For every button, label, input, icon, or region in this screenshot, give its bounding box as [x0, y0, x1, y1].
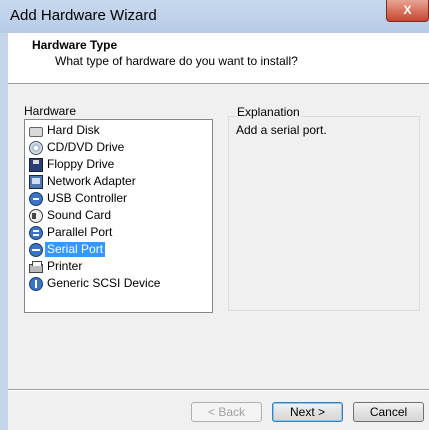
back-button[interactable]: < Back [191, 402, 262, 422]
list-item-label: Floppy Drive [47, 157, 115, 171]
window-title: Add Hardware Wizard [10, 7, 157, 24]
page-title: Hardware Type [32, 38, 118, 52]
list-item-cd-dvd-drive[interactable]: CD/DVD Drive [29, 139, 126, 156]
hardware-label: Hardware [24, 104, 77, 118]
list-item-label: Parallel Port [47, 225, 113, 239]
close-icon: X [403, 3, 412, 17]
list-item-usb-controller[interactable]: USB Controller [29, 190, 129, 207]
list-item-label: Hard Disk [47, 123, 100, 137]
title-bar: Add Hardware Wizard X [0, 0, 429, 33]
wizard-header: Hardware Type What type of hardware do y… [8, 33, 429, 84]
list-item-label: Printer [47, 259, 83, 273]
list-item-hard-disk[interactable]: Hard Disk [29, 122, 102, 139]
list-item-floppy-drive[interactable]: Floppy Drive [29, 156, 116, 173]
parallel-port-icon [29, 225, 43, 240]
next-button[interactable]: Next > [272, 402, 343, 422]
list-item-network-adapter[interactable]: Network Adapter [29, 173, 138, 190]
footer-divider [8, 389, 429, 391]
list-item-label: Network Adapter [47, 174, 136, 188]
list-item-generic-scsi-device[interactable]: Generic SCSI Device [29, 275, 162, 292]
cancel-button[interactable]: Cancel [353, 402, 424, 422]
hardware-list[interactable]: Hard Disk CD/DVD Drive Floppy Drive Netw… [24, 119, 213, 313]
window-frame: Hardware Type What type of hardware do y… [0, 33, 429, 430]
list-item-label: Serial Port [45, 242, 106, 257]
list-item-label: CD/DVD Drive [47, 140, 125, 154]
close-button[interactable]: X [386, 0, 429, 22]
sound-card-icon [29, 208, 43, 223]
list-item-sound-card[interactable]: Sound Card [29, 207, 113, 224]
floppy-icon [29, 157, 43, 172]
dialog-body: Hardware Type What type of hardware do y… [8, 33, 429, 430]
explanation-group [228, 116, 420, 311]
usb-icon [29, 191, 43, 206]
network-adapter-icon [29, 174, 43, 189]
list-item-printer[interactable]: Printer [29, 258, 84, 275]
list-item-parallel-port[interactable]: Parallel Port [29, 224, 114, 241]
hard-disk-icon [29, 126, 43, 137]
list-item-label: USB Controller [47, 191, 128, 205]
explanation-text: Add a serial port. [236, 123, 327, 137]
scsi-device-icon [29, 276, 43, 291]
printer-icon [29, 260, 43, 273]
explanation-label: Explanation [236, 105, 301, 119]
serial-port-icon [29, 242, 43, 257]
cd-dvd-icon [29, 140, 43, 155]
list-item-label: Sound Card [47, 208, 112, 222]
list-item-serial-port[interactable]: Serial Port [29, 241, 106, 258]
page-subtitle: What type of hardware do you want to ins… [55, 54, 298, 68]
list-item-label: Generic SCSI Device [47, 276, 161, 290]
